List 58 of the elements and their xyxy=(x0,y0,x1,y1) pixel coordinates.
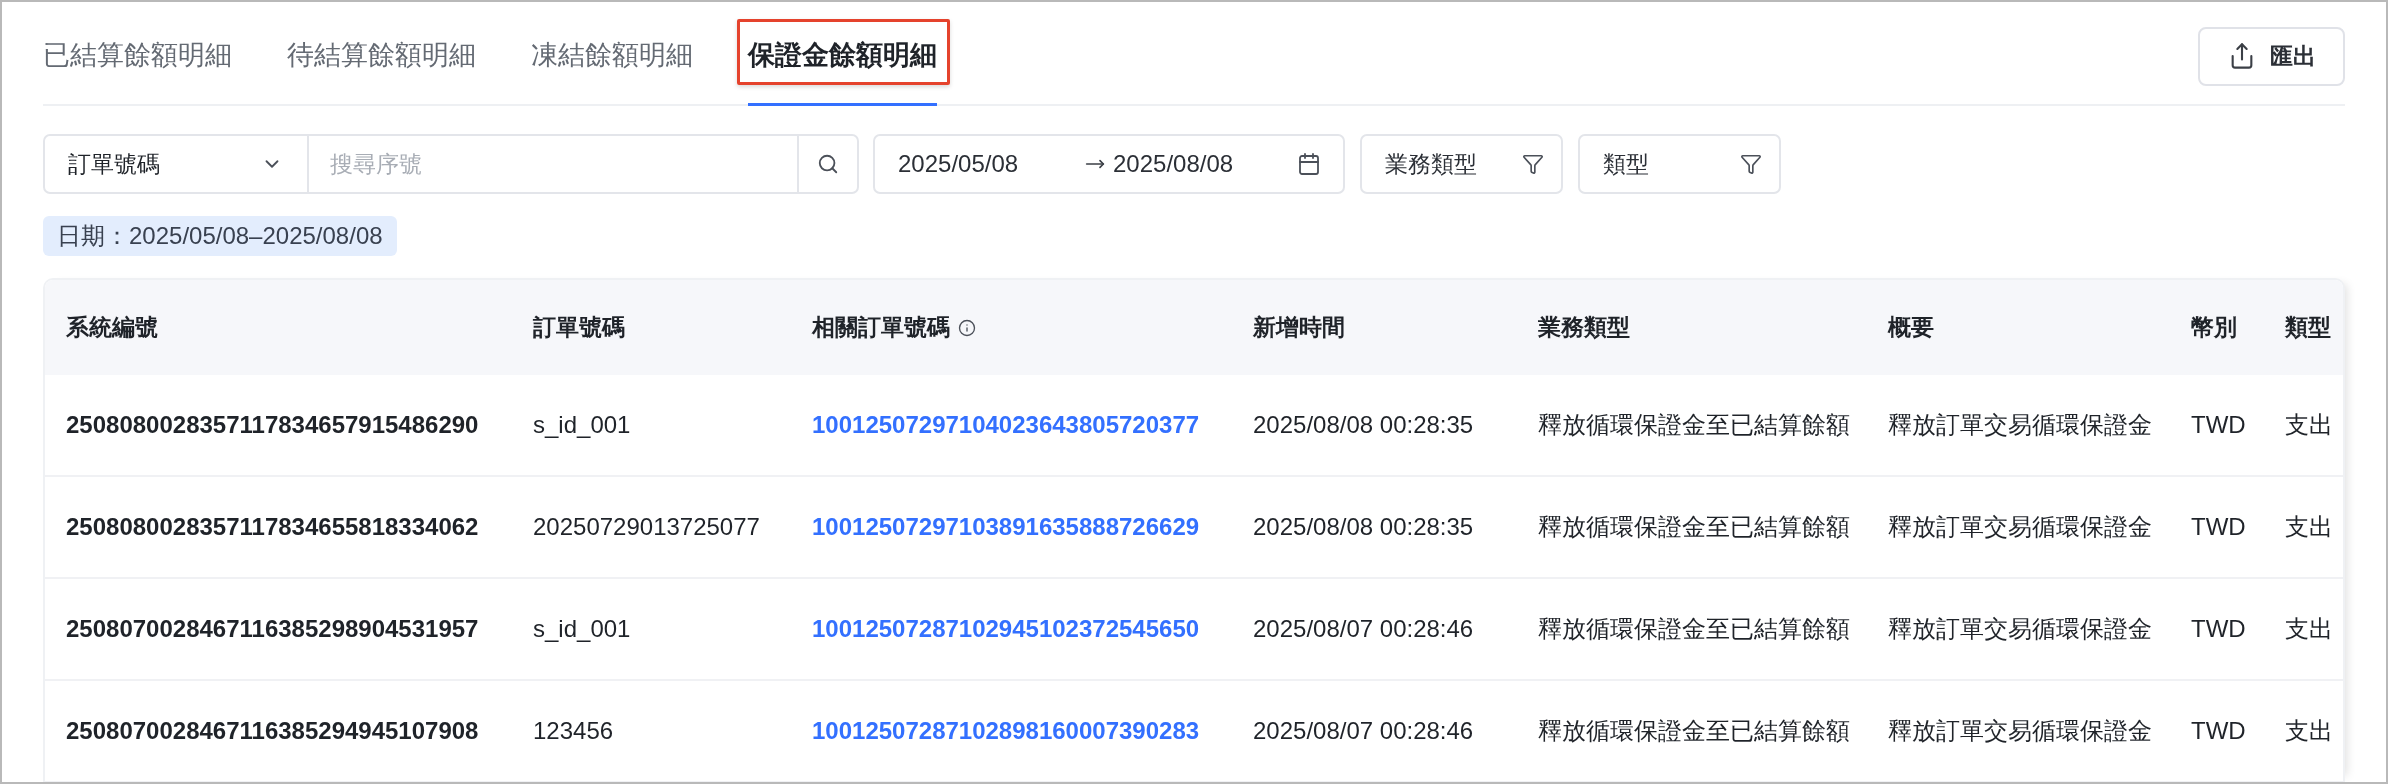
search-type-select[interactable]: 訂單號碼 xyxy=(43,134,309,194)
transaction-type: 支出 xyxy=(2285,615,2333,642)
created-time: 2025/08/08 00:28:35 xyxy=(1253,513,1474,540)
summary-text: 釋放訂單交易循環保證金 xyxy=(1888,513,2152,540)
start-date: 2025/05/08 xyxy=(898,149,1020,179)
order-number: s_id_001 xyxy=(533,411,631,438)
created-time: 2025/08/07 00:28:46 xyxy=(1253,615,1474,642)
related-order-link[interactable]: 10012507287102898160007390283 xyxy=(812,717,1200,744)
tab[interactable]: 保證金餘額明細 xyxy=(748,8,937,106)
search-icon xyxy=(817,153,839,175)
tab[interactable]: 凍結餘額明細 xyxy=(531,8,693,106)
related-order-link[interactable]: 10012507297104023643805720377 xyxy=(812,411,1200,438)
filter-dropdown[interactable]: 業務類型 xyxy=(1360,134,1563,194)
currency-code: TWD xyxy=(2191,717,2246,744)
summary-text: 釋放訂單交易循環保證金 xyxy=(1888,411,2152,438)
business-type: 釋放循環保證金至已結算餘額 xyxy=(1538,513,1850,540)
filter-icon xyxy=(1522,153,1544,175)
column-header: 新增時間 xyxy=(1253,313,1345,343)
system-number: 2508080028357117834657915486290 xyxy=(66,411,479,438)
calendar-icon xyxy=(1297,152,1321,176)
related-order-link[interactable]: 10012507287102945102372545650 xyxy=(812,615,1200,642)
system-number: 2508070028467116385298904531957 xyxy=(66,615,479,642)
business-type: 釋放循環保證金至已結算餘額 xyxy=(1538,615,1850,642)
column-header: 業務類型 xyxy=(1538,313,1630,343)
export-button[interactable]: 匯出 xyxy=(2198,26,2345,86)
transaction-type: 支出 xyxy=(2285,513,2333,540)
transaction-type: 支出 xyxy=(2285,717,2333,744)
business-type: 釋放循環保證金至已結算餘額 xyxy=(1538,411,1850,438)
currency-code: TWD xyxy=(2191,411,2246,438)
filter-dropdown[interactable]: 類型 xyxy=(1578,134,1781,194)
created-time: 2025/08/08 00:28:35 xyxy=(1253,411,1474,438)
tab[interactable]: 已結算餘額明細 xyxy=(43,8,232,106)
order-number: 123456 xyxy=(533,717,614,744)
tab[interactable]: 待結算餘額明細 xyxy=(287,8,476,106)
business-type: 釋放循環保證金至已結算餘額 xyxy=(1538,717,1850,744)
end-date: 2025/08/08 xyxy=(1113,149,1234,179)
order-number: s_id_001 xyxy=(533,615,631,642)
column-header: 幣別 xyxy=(2191,313,2237,343)
system-number: 2508070028467116385294945107908 xyxy=(66,717,479,744)
currency-code: TWD xyxy=(2191,615,2246,642)
search-button[interactable] xyxy=(799,134,859,194)
date-filter-tag: 日期：2025/05/08–2025/08/08 xyxy=(43,216,397,256)
column-header: 類型 xyxy=(2285,313,2331,343)
system-number: 2508080028357117834655818334062 xyxy=(66,513,479,540)
filter-icon xyxy=(1740,153,1762,175)
currency-code: TWD xyxy=(2191,513,2246,540)
created-time: 2025/08/07 00:28:46 xyxy=(1253,717,1474,744)
transaction-type: 支出 xyxy=(2285,411,2333,438)
summary-text: 釋放訂單交易循環保證金 xyxy=(1888,717,2152,744)
column-header: 系統編號 xyxy=(66,313,158,343)
search-field[interactable]: 搜尋序號 xyxy=(309,134,799,194)
order-number: 20250729013725077 xyxy=(533,513,760,540)
summary-text: 釋放訂單交易循環保證金 xyxy=(1888,615,2152,642)
column-header: 概要 xyxy=(1888,313,1934,343)
date-range-field[interactable]: 2025/05/08 2025/08/08 xyxy=(873,134,1345,194)
column-header: 訂單號碼 xyxy=(533,313,625,343)
related-order-link[interactable]: 10012507297103891635888726629 xyxy=(812,513,1200,540)
column-header: 相關訂單號碼 xyxy=(812,313,950,343)
